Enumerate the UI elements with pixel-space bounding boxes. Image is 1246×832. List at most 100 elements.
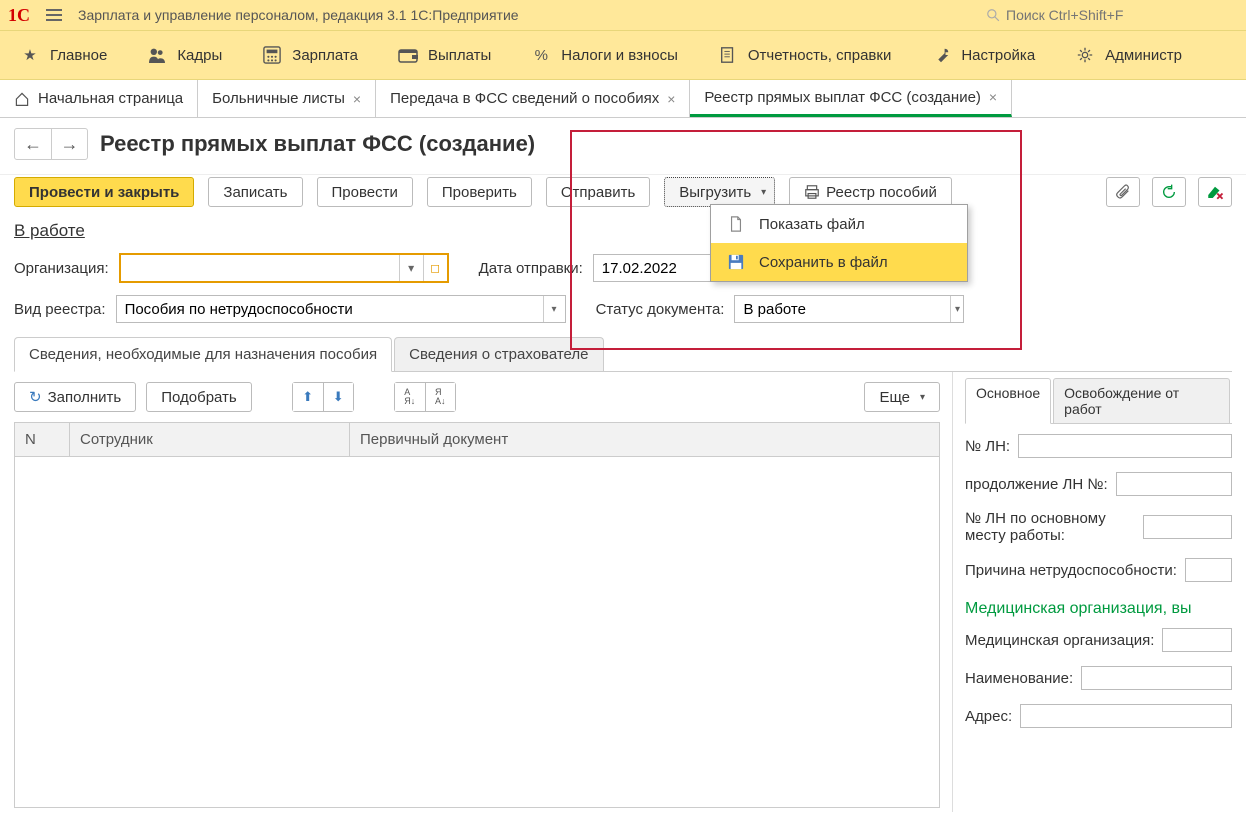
sort-asc-button[interactable]: АЯ↓ [395,383,425,411]
record-button[interactable]: Записать [208,177,302,207]
show-file-label: Показать файл [759,216,865,233]
tab-insurer-data[interactable]: Сведения о страхователе [394,337,603,371]
right-panel: Основное Освобождение от работ № ЛН: про… [952,372,1232,812]
close-icon[interactable]: × [989,89,997,105]
close-icon[interactable]: × [667,91,675,107]
col-employee[interactable]: Сотрудник [70,423,350,456]
nav-taxes[interactable]: % Налоги и взносы [511,31,698,79]
form-row-2: Вид реестра: ▾ Статус документа: ▾ [0,289,1246,329]
check-button[interactable]: Проверить [427,177,532,207]
registry-button[interactable]: Реестр пособий [789,177,952,207]
page-icon [727,215,745,233]
move-down-button[interactable]: ⬇ [323,383,353,411]
status-label: Статус документа: [596,301,725,318]
med-name-input[interactable] [1081,666,1232,690]
marker-delete-icon [1206,184,1224,200]
nav-settings-label: Настройка [961,47,1035,64]
type-label: Вид реестра: [14,301,106,318]
field-reason: Причина нетрудоспособности: [965,558,1232,582]
forward-button[interactable]: → [51,129,87,159]
right-tab-exemption[interactable]: Освобождение от работ [1053,378,1230,423]
save-file-item[interactable]: Сохранить в файл [711,243,967,281]
hamburger-icon[interactable] [42,5,66,25]
toolbar: Провести и закрыть Записать Провести Про… [0,175,1246,215]
star-icon: ★ [20,45,40,65]
fill-button[interactable]: ↻ Заполнить [14,382,136,412]
chevron-down-icon[interactable]: ▾ [543,296,565,322]
logo-1c: 1C [8,5,30,26]
ln-main-label: № ЛН по основному месту работы: [965,510,1135,544]
col-n[interactable]: N [15,423,70,456]
org-open-btn[interactable]: ◻ [423,255,447,281]
close-icon[interactable]: × [353,91,361,107]
save-icon [727,253,745,271]
page-title: Реестр прямых выплат ФСС (создание) [100,131,535,157]
attach-button[interactable] [1106,177,1140,207]
export-button[interactable]: Выгрузить ▾ [664,177,775,207]
table-header: N Сотрудник Первичный документ [15,423,939,457]
nav-main[interactable]: ★ Главное [0,31,127,79]
nav-payments-label: Выплаты [428,47,491,64]
tab-sick-leave[interactable]: Больничные листы × [198,80,376,117]
move-up-button[interactable]: ⬆ [293,383,323,411]
nav-reports-label: Отчетность, справки [748,47,891,64]
post-and-close-button[interactable]: Провести и закрыть [14,177,194,207]
org-input[interactable] [121,255,399,281]
col-primary-doc[interactable]: Первичный документ [350,423,939,456]
field-address: Адрес: [965,704,1232,728]
print-icon [804,185,820,199]
nav-reports[interactable]: Отчетность, справки [698,31,911,79]
tab-assignment-data[interactable]: Сведения, необходимые для назначения пос… [14,337,392,372]
type-select[interactable]: ▾ [116,295,566,323]
more-label: Еще [879,389,910,406]
field-ln-no: № ЛН: [965,434,1232,458]
status-input[interactable] [735,296,950,322]
global-search[interactable] [978,4,1238,26]
nav-main-label: Главное [50,47,107,64]
chevron-down-icon[interactable]: ▾ [950,296,963,322]
mark-delete-button[interactable] [1198,177,1232,207]
type-input[interactable] [117,296,543,322]
nav-payments[interactable]: Выплаты [378,31,511,79]
ln-no-input[interactable] [1018,434,1232,458]
cont-ln-input[interactable] [1116,472,1232,496]
tab-sick-leave-label: Больничные листы [212,90,345,107]
refresh-button[interactable] [1152,177,1186,207]
status-select[interactable]: ▾ [734,295,964,323]
right-tab-main[interactable]: Основное [965,378,1051,424]
form-row-1: Организация: ▾ ◻ Дата отправки: Номер: [0,247,1246,289]
wrench-icon [931,45,951,65]
nav-hr-label: Кадры [177,47,222,64]
left-panel: ↻ Заполнить Подобрать ⬆ ⬇ АЯ↓ ЯА↓ Еще ▾ … [14,372,940,812]
org-dropdown-btn[interactable]: ▾ [399,255,423,281]
nav-admin[interactable]: Администр [1055,31,1202,79]
tab-fss-transfer-label: Передача в ФСС сведений о пособиях [390,90,659,107]
export-button-label: Выгрузить [679,184,751,201]
org-label: Организация: [14,260,109,277]
doc-header: ← → Реестр прямых выплат ФСС (создание) [0,118,1246,175]
table-body[interactable] [15,457,939,807]
search-input[interactable] [1006,7,1206,23]
ln-main-input[interactable] [1143,515,1232,539]
sort-desc-button[interactable]: ЯА↓ [425,383,455,411]
back-button[interactable]: ← [15,129,51,159]
show-file-item[interactable]: Показать файл [711,205,967,243]
more-button[interactable]: Еще ▾ [864,382,940,412]
address-input[interactable] [1020,704,1232,728]
post-button[interactable]: Провести [317,177,413,207]
status-link[interactable]: В работе [14,221,85,240]
chevron-down-icon: ▾ [761,187,766,198]
nav-salary[interactable]: Зарплата [242,31,378,79]
nav-hr[interactable]: Кадры [127,31,242,79]
tab-fss-transfer[interactable]: Передача в ФСС сведений о пособиях × [376,80,690,117]
pick-button[interactable]: Подобрать [146,382,252,412]
reason-input[interactable] [1185,558,1232,582]
med-org-input[interactable] [1162,628,1232,652]
nav-settings[interactable]: Настройка [911,31,1055,79]
tab-fss-registry[interactable]: Реестр прямых выплат ФСС (создание) × [690,80,1012,117]
chevron-down-icon: ▾ [920,392,925,403]
percent-icon: % [531,45,551,65]
sub-toolbar: ↻ Заполнить Подобрать ⬆ ⬇ АЯ↓ ЯА↓ Еще ▾ [14,372,940,422]
tab-home[interactable]: Начальная страница [0,80,198,117]
send-button[interactable]: Отправить [546,177,650,207]
